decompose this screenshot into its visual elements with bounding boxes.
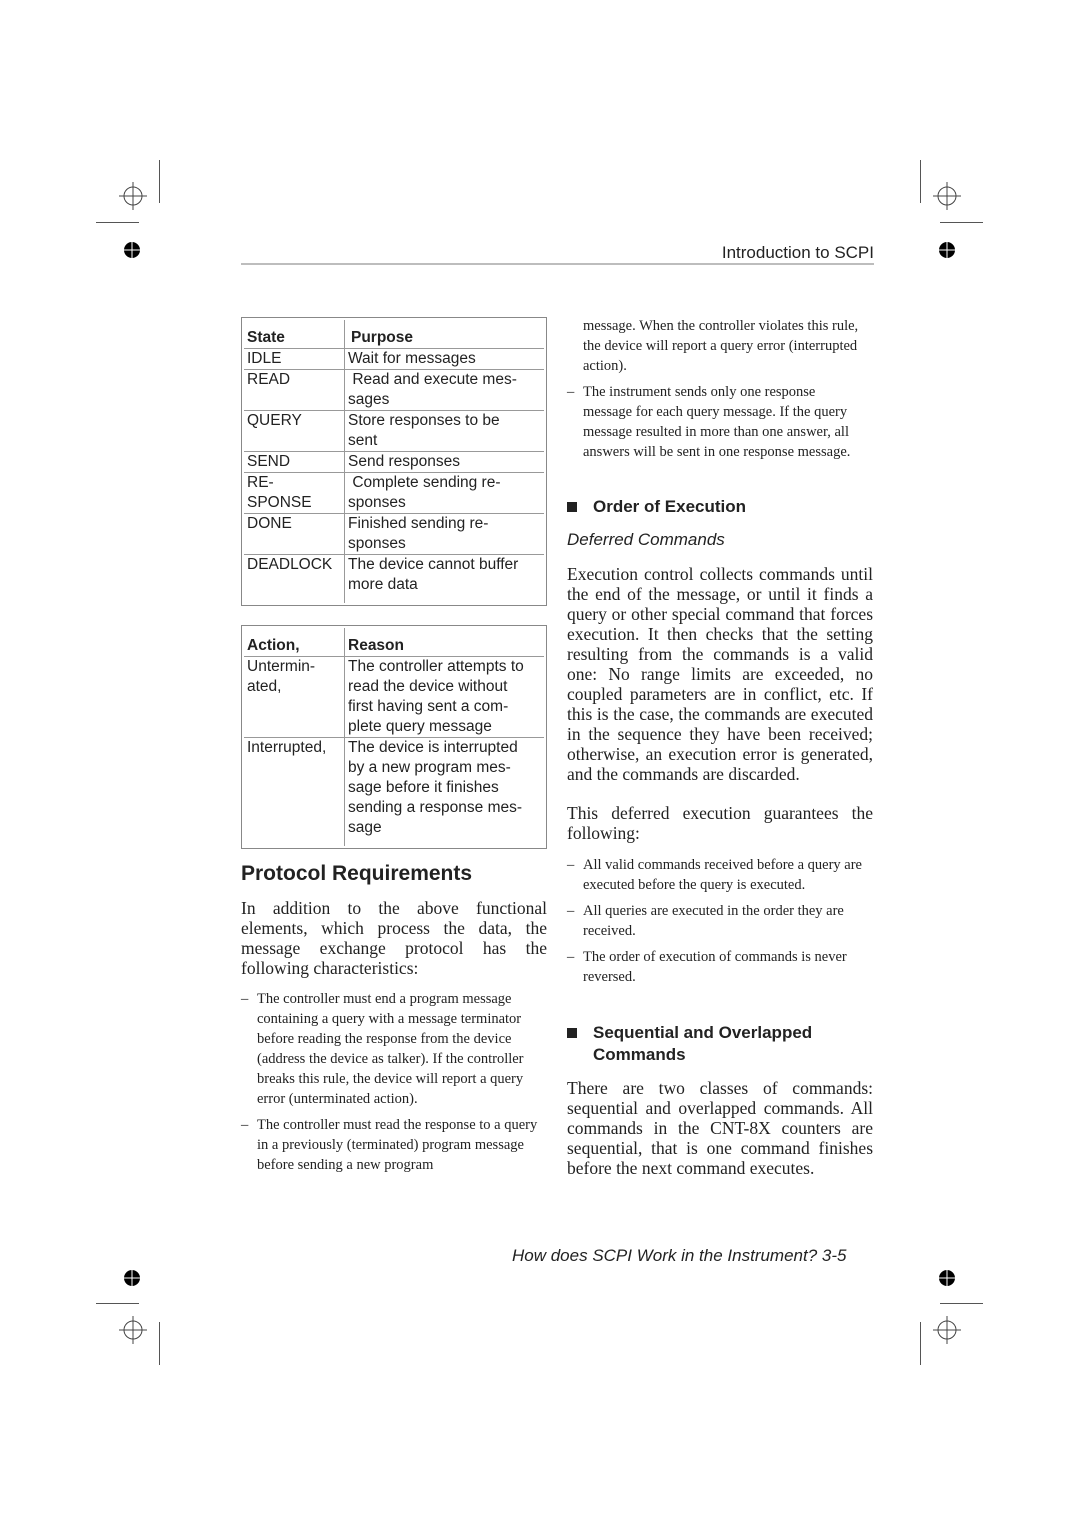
list-item: – All valid commands received before a qu…: [567, 857, 862, 893]
state-desc-cell: Complete sending re- sponses: [344, 472, 544, 514]
registration-mark-icon: [119, 1316, 147, 1344]
table-row: READ Read and execute mes- sages: [244, 369, 544, 411]
state-desc-cell: The device cannot buffer more data: [344, 554, 544, 603]
crop-line: [940, 222, 983, 223]
state-name-cell: RE- SPONSE: [244, 472, 345, 514]
table-header-row: State Purpose: [244, 320, 544, 349]
square-bullet-icon: [567, 1028, 577, 1038]
crop-line: [940, 1303, 983, 1304]
table-row: DEADLOCK The device cannot buffer more da…: [244, 554, 544, 603]
action-table: Action, Reason Untermin- ated, The contro…: [241, 625, 547, 849]
table-row: Interrupted, The device is interrupted by…: [244, 737, 544, 846]
execution-guarantees-list: – All valid commands received before a qu…: [567, 855, 867, 993]
list-item: – The controller must read the response t…: [241, 1117, 538, 1173]
table-header-row: Action, Reason: [244, 628, 544, 657]
state-desc-cell: Finished sending re- sponses: [344, 513, 544, 555]
registration-mark-icon: [119, 182, 147, 210]
deferred-guarantee-paragraph: This deferred execution guarantees the f…: [567, 803, 873, 843]
section-heading-protocol-requirements: Protocol Requirements: [241, 862, 473, 885]
table-row: SEND Send responses: [244, 451, 544, 473]
list-item: – The instrument sends only one response …: [567, 384, 851, 460]
dash-icon: –: [567, 949, 575, 965]
list-item: – The controller must end a program messa…: [241, 991, 524, 1107]
table-row: DONE Finished sending re- sponses: [244, 513, 544, 555]
crop-line: [96, 1303, 139, 1304]
list-item: – All queries are executed in the order t…: [567, 903, 844, 939]
protocol-bullet-list: – The controller must end a program messa…: [241, 989, 541, 1181]
registration-dot-icon: [124, 1270, 140, 1286]
action-name-cell: Interrupted,: [244, 737, 345, 846]
state-desc-cell: Send responses: [344, 451, 544, 473]
column-header-state: State: [244, 320, 345, 349]
section-heading-sequential-overlapped: Sequential and Overlapped Commands: [567, 1022, 873, 1066]
continued-bullet-text: message. When the controller violates th…: [583, 318, 859, 374]
state-desc-cell: Store responses to be sent: [344, 410, 544, 452]
table-row: IDLE Wait for messages: [244, 348, 544, 370]
action-name-cell: Untermin- ated,: [244, 656, 345, 738]
action-desc-cell: The controller attempts to read the devi…: [344, 656, 544, 738]
header-rule: [241, 263, 874, 265]
column-header-purpose: Purpose: [344, 320, 544, 349]
crop-line: [920, 1322, 921, 1365]
action-desc-cell: The device is interrupted by a new progr…: [344, 737, 544, 846]
page-footer: How does SCPI Work in the Instrument? 3-…: [512, 1246, 847, 1265]
list-item: – The order of execution of commands is n…: [567, 949, 847, 985]
dash-icon: –: [567, 384, 575, 400]
state-name-cell: QUERY: [244, 410, 345, 452]
square-bullet-icon: [567, 502, 577, 512]
state-desc-cell: Wait for messages: [344, 348, 544, 370]
dash-icon: –: [241, 1117, 249, 1133]
state-name-cell: IDLE: [244, 348, 345, 370]
state-name-cell: READ: [244, 369, 345, 411]
state-table: State Purpose IDLE Wait for messages READ …: [241, 317, 547, 606]
deferred-commands-paragraph: Execution control collects commands unti…: [567, 564, 873, 784]
registration-mark-icon: [933, 1316, 961, 1344]
dash-icon: –: [567, 903, 575, 919]
state-name-cell: DONE: [244, 513, 345, 555]
subheading-deferred-commands: Deferred Commands: [567, 530, 725, 549]
state-name-cell: SEND: [244, 451, 345, 473]
table-row: Untermin- ated, The controller attempts t…: [244, 656, 544, 738]
registration-dot-icon: [939, 242, 955, 258]
crop-line: [159, 160, 160, 203]
sequential-paragraph: There are two classes of commands: seque…: [567, 1078, 873, 1178]
table-row: QUERY Store responses to be sent: [244, 410, 544, 452]
protocol-intro-paragraph: In addition to the above functional elem…: [241, 898, 547, 978]
registration-dot-icon: [124, 242, 140, 258]
registration-mark-icon: [933, 182, 961, 210]
protocol-bullet-list-2: – The instrument sends only one response …: [567, 382, 867, 468]
column-header-action: Action,: [244, 628, 345, 657]
dash-icon: –: [241, 991, 249, 1007]
state-desc-cell: Read and execute mes- sages: [344, 369, 544, 411]
section-heading-order-of-execution: Order of Execution: [567, 496, 899, 518]
registration-dot-icon: [939, 1270, 955, 1286]
state-name-cell: DEADLOCK: [244, 554, 345, 603]
crop-line: [96, 222, 139, 223]
column-header-reason: Reason: [344, 628, 544, 657]
table-row: RE- SPONSE Complete sending re- sponses: [244, 472, 544, 514]
dash-icon: –: [567, 857, 575, 873]
crop-line: [159, 1322, 160, 1365]
running-header: Introduction to SCPI: [721, 243, 874, 262]
crop-line: [920, 160, 921, 203]
